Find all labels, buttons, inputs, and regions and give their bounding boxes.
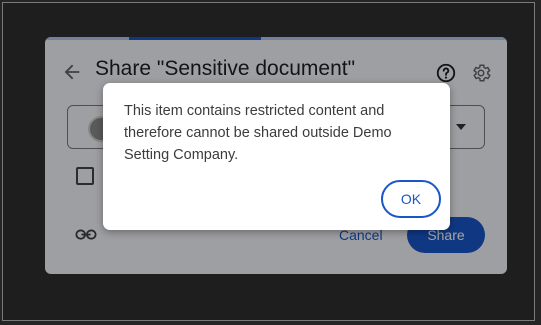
- alert-message: This item contains restricted content an…: [124, 103, 392, 163]
- restricted-content-alert: This item contains restricted content an…: [103, 83, 450, 230]
- ok-button[interactable]: OK: [381, 180, 441, 218]
